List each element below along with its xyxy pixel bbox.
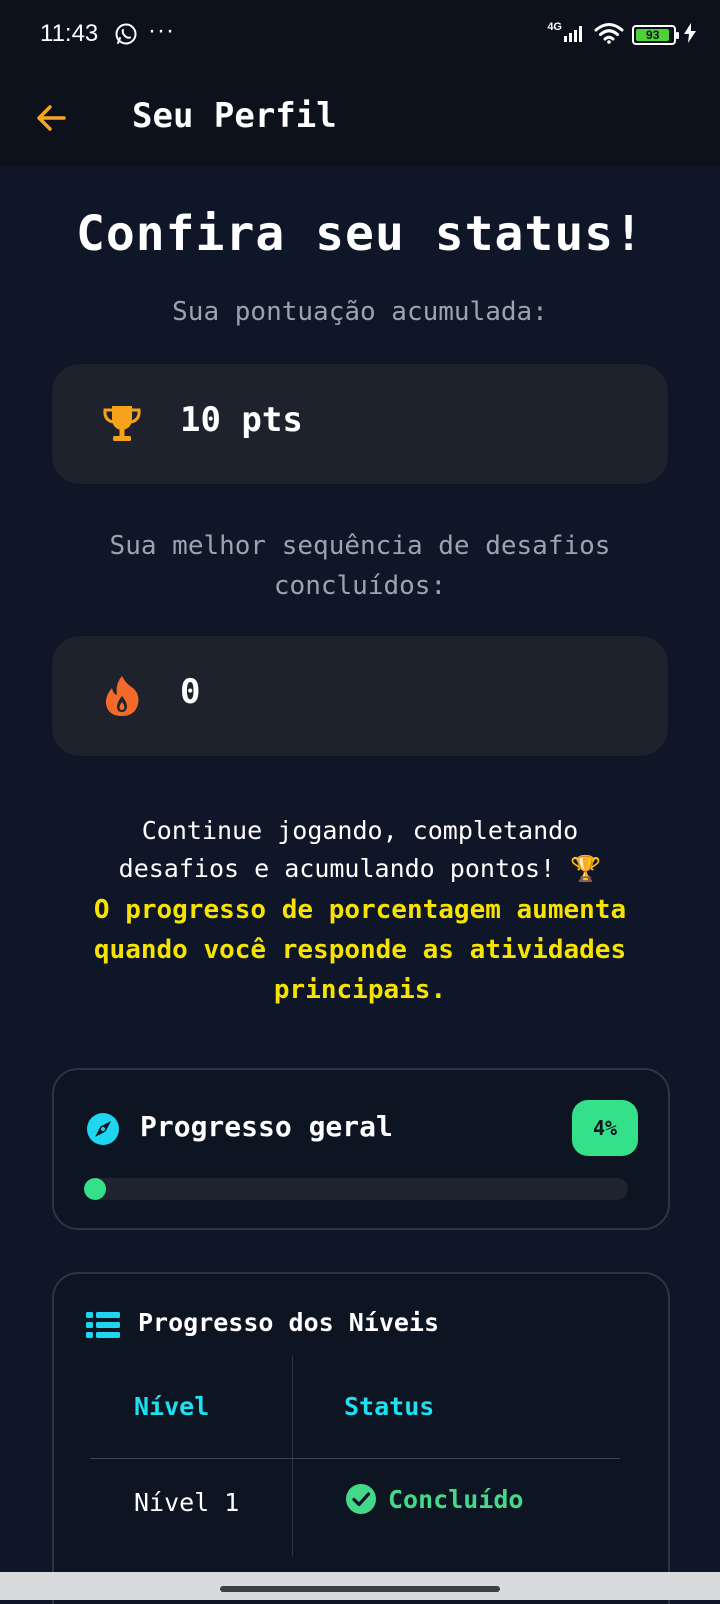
wifi-icon [594,22,624,48]
more-notifications-icon: ··· [148,17,175,44]
encouragement-text: Continue jogando, completando desafios e… [30,812,690,888]
table-cell-status: Concluído [346,1484,523,1514]
status-bar: 11:43 ··· 4G 93 [0,0,720,72]
battery-icon: 93 [632,25,679,45]
table-cell-level: Nível 1 [134,1488,240,1517]
levels-progress-title: Progresso dos Níveis [138,1308,440,1337]
network-type: 4G [547,21,562,33]
points-card: 10 pts [52,364,668,484]
progress-bar-track [84,1178,628,1200]
charging-icon [684,23,696,47]
progress-info-line2: quando você responde as atividades [93,935,627,965]
streak-label: Sua melhor sequência de desafios concluí… [40,526,680,606]
header-row-divider [90,1458,620,1459]
progress-info-text: O progresso de porcentagem aumenta quand… [30,890,690,1010]
points-label: Sua pontuação acumulada: [172,297,548,327]
whatsapp-icon [114,22,138,50]
progress-info-line3: principais. [273,975,447,1005]
compass-icon [86,1112,120,1146]
arrow-left-icon [37,105,66,131]
column-header-level: Nível [134,1392,210,1421]
streak-label-line1: Sua melhor sequência de desafios [109,531,611,561]
encouragement-line2: desafios e acumulando pontos! 🏆 [118,854,602,883]
status-time: 11:43 [40,20,99,47]
status-text: Concluído [388,1484,524,1514]
column-divider [292,1356,293,1556]
home-gesture-handle[interactable] [220,1586,500,1592]
status-headline: Confira seu status! [75,206,645,262]
encouragement-line1: Continue jogando, completando [141,816,579,845]
progress-percent-badge: 4% [572,1100,638,1156]
progress-info-line1: O progresso de porcentagem aumenta [93,895,627,925]
overall-progress-card: Progresso geral 4% [52,1068,670,1230]
page-title: Seu Perfil [132,96,337,136]
fire-icon [100,674,144,718]
check-circle-icon [346,1484,376,1514]
progress-bar-fill [84,1178,106,1200]
status-indicators: 4G 93 [547,21,696,48]
levels-progress-card: Progresso dos Níveis Nível Status Nível … [52,1272,670,1604]
back-button[interactable] [32,98,72,138]
app-bar: Seu Perfil [0,72,720,166]
list-icon [86,1312,120,1338]
battery-level: 93 [636,28,670,42]
points-value: 10 pts [180,400,303,440]
column-header-status: Status [344,1392,435,1421]
streak-label-line2: concluídos: [273,571,447,601]
system-navigation-bar [0,1572,720,1600]
streak-card: 0 [52,636,668,756]
signal-icon [564,24,586,46]
streak-value: 0 [180,672,201,712]
overall-progress-title: Progresso geral [140,1110,393,1143]
trophy-icon [100,402,144,446]
